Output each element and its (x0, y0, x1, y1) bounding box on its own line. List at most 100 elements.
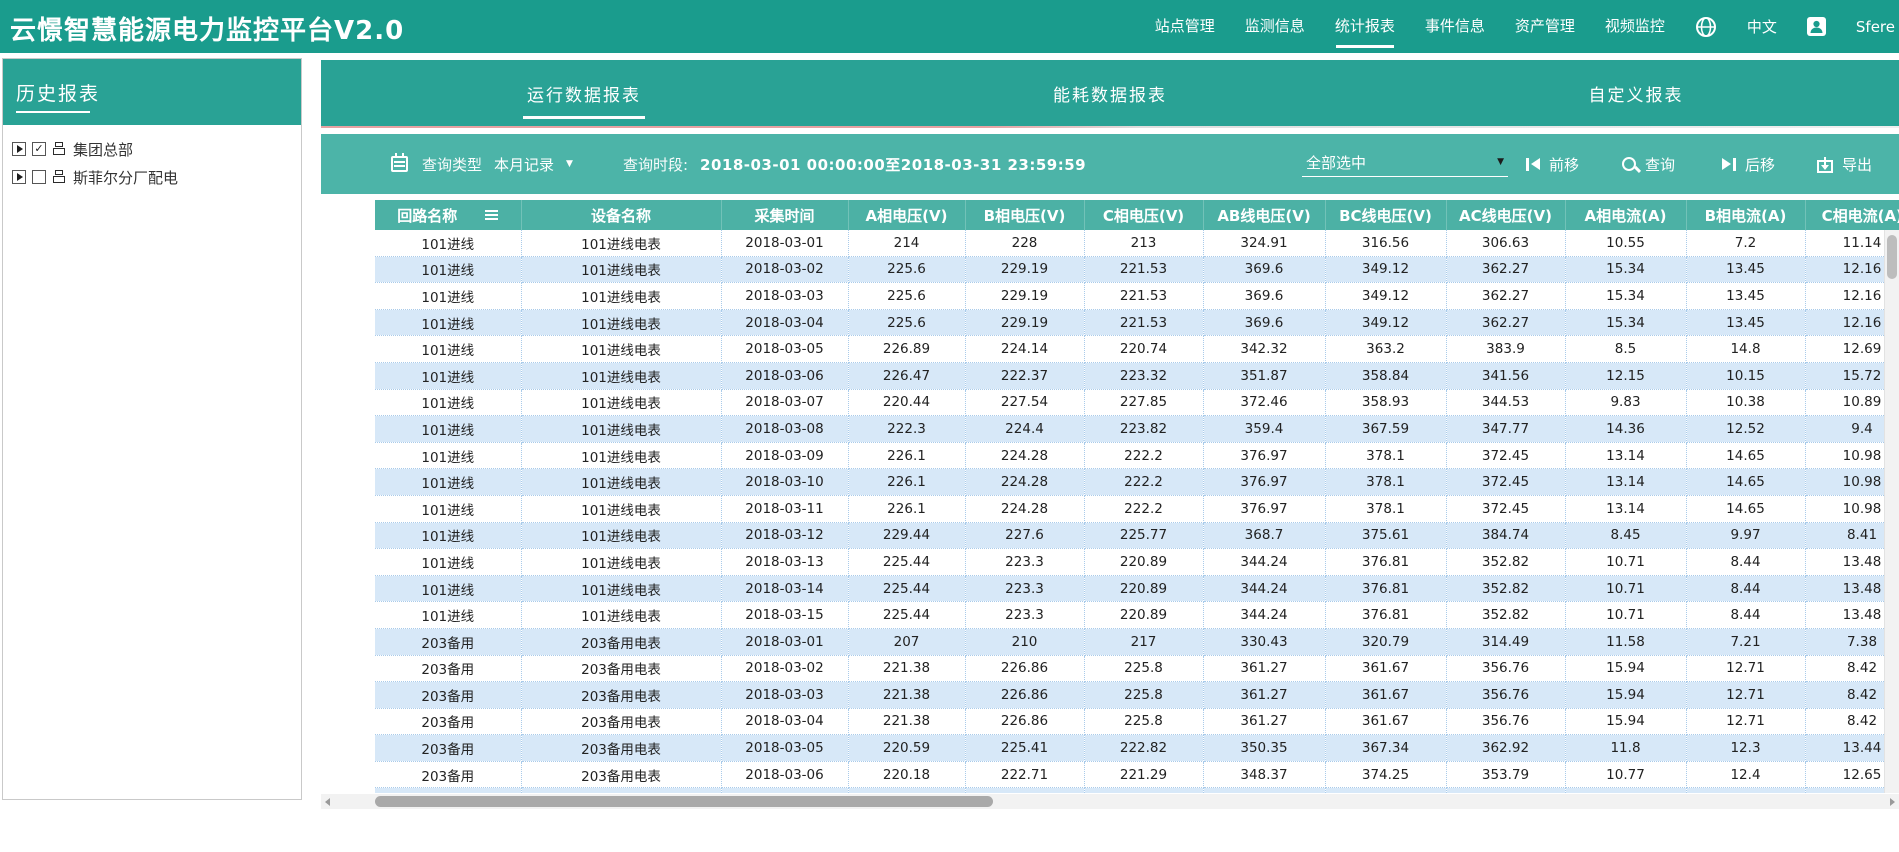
horizontal-scrollbar[interactable] (321, 794, 1899, 809)
scroll-left-icon[interactable] (325, 798, 330, 806)
table-cell: 306.63 (1446, 230, 1565, 256)
column-header[interactable]: C相电压(V) (1084, 200, 1203, 230)
expand-icon[interactable] (12, 142, 26, 156)
tree-item-label[interactable]: 集团总部 (73, 139, 133, 160)
table-row[interactable]: 101进线101进线电表2018-03-06226.47222.37223.32… (375, 362, 1899, 389)
table-cell: 221.53 (1084, 309, 1203, 336)
table-row[interactable]: 101进线101进线电表2018-03-09226.1224.28222.237… (375, 442, 1899, 469)
table-cell: 358.93 (1325, 389, 1446, 416)
vertical-scrollbar-thumb[interactable] (1887, 235, 1897, 279)
table-cell: 15.94 (1565, 655, 1686, 682)
menu-icon[interactable] (485, 210, 498, 220)
table-cell: 349.12 (1325, 283, 1446, 310)
table-row[interactable]: 203备用203备用电表2018-03-02221.38226.86225.83… (375, 655, 1899, 682)
table-row[interactable]: 101进线101进线电表2018-03-12229.44227.6225.773… (375, 522, 1899, 549)
table-row[interactable]: 101进线101进线电表2018-03-10226.1224.28222.237… (375, 469, 1899, 496)
vertical-scrollbar[interactable] (1884, 230, 1899, 793)
tree-item-group-hq[interactable]: ✓ 集团总部 (12, 135, 292, 163)
table-cell: 101进线电表 (521, 442, 721, 469)
query-button[interactable]: 查询 (1622, 134, 1675, 194)
table-cell: 220.89 (1084, 602, 1203, 629)
table-cell: 226.1 (848, 469, 965, 496)
expand-icon[interactable] (12, 170, 26, 184)
table-row[interactable]: 101进线101进线电表2018-03-01214228213324.91316… (375, 230, 1899, 256)
query-settings: 查询类型 本月记录 ▼ 查询时段: 2018-03-01 00:00:00至20… (391, 134, 1086, 194)
table-row[interactable]: 101进线101进线电表2018-03-14225.44223.3220.893… (375, 575, 1899, 602)
nav-item-video-surveillance[interactable]: 视频监控 (1605, 0, 1665, 53)
table-cell: 203备用电表 (521, 682, 721, 709)
table-row[interactable]: 203备用203备用电表2018-03-07229.36229.62226.36… (375, 788, 1899, 793)
tab-energy-data-report[interactable]: 能耗数据报表 (847, 60, 1373, 126)
period-value: 2018-03-01 00:00:00至2018-03-31 23:59:59 (700, 154, 1086, 175)
globe-icon[interactable] (1695, 16, 1717, 38)
column-header[interactable]: 采集时间 (721, 200, 848, 230)
table-row[interactable]: 101进线101进线电表2018-03-11226.1224.28222.237… (375, 495, 1899, 522)
export-label: 导出 (1842, 154, 1872, 175)
table-row[interactable]: 101进线101进线电表2018-03-05226.89224.14220.74… (375, 336, 1899, 363)
column-header[interactable]: C相电流(A) (1805, 200, 1899, 230)
move-next-label: 后移 (1745, 154, 1775, 175)
query-type-select[interactable]: 本月记录 (494, 154, 554, 175)
user-icon[interactable] (1807, 17, 1826, 36)
table-cell: 210 (965, 628, 1084, 655)
table-cell: 378.1 (1325, 442, 1446, 469)
chevron-down-icon[interactable]: ▼ (566, 160, 573, 169)
scroll-right-icon[interactable] (1890, 798, 1895, 806)
table-row[interactable]: 203备用203备用电表2018-03-06220.18222.71221.29… (375, 761, 1899, 788)
table-cell: 8.44 (1686, 602, 1805, 629)
table-row[interactable]: 101进线101进线电表2018-03-03225.6229.19221.533… (375, 283, 1899, 310)
table-cell: 13.14 (1565, 469, 1686, 496)
tree-item-label[interactable]: 斯菲尔分厂配电 (73, 167, 178, 188)
column-header[interactable]: 设备名称 (521, 200, 721, 230)
column-header[interactable]: 回路名称 (375, 200, 521, 230)
export-button[interactable]: 导出 (1817, 134, 1872, 194)
table-row[interactable]: 101进线101进线电表2018-03-07220.44227.54227.85… (375, 389, 1899, 416)
column-header[interactable]: A相电流(A) (1565, 200, 1686, 230)
nav-item-event-info[interactable]: 事件信息 (1425, 0, 1485, 53)
column-header[interactable]: BC线电压(V) (1325, 200, 1446, 230)
nav-item-monitoring-info[interactable]: 监测信息 (1245, 0, 1305, 53)
checkbox[interactable] (32, 170, 46, 184)
table-row[interactable]: 203备用203备用电表2018-03-03221.38226.86225.83… (375, 682, 1899, 709)
table-cell: 203备用 (375, 788, 521, 793)
table-cell: 225.6 (848, 256, 965, 283)
column-header[interactable]: B相电压(V) (965, 200, 1084, 230)
table-row[interactable]: 101进线101进线电表2018-03-02225.6229.19221.533… (375, 256, 1899, 283)
tab-operation-data-report[interactable]: 运行数据报表 (321, 60, 847, 126)
checkbox[interactable]: ✓ (32, 142, 46, 156)
table-cell: 101进线 (375, 230, 521, 256)
nav-item-statistics-report[interactable]: 统计报表 (1335, 0, 1395, 53)
nav-item-site-management[interactable]: 站点管理 (1155, 0, 1215, 53)
table-row[interactable]: 203备用203备用电表2018-03-01207210217330.43320… (375, 628, 1899, 655)
select-all-dropdown[interactable]: 全部选中 ▼ (1302, 149, 1508, 177)
column-header[interactable]: AB线电压(V) (1203, 200, 1325, 230)
table-cell: 203备用 (375, 708, 521, 735)
move-prev-button[interactable]: 前移 (1526, 134, 1579, 194)
table-cell: 222.2 (1084, 469, 1203, 496)
table-cell: 316.56 (1325, 230, 1446, 256)
table-row[interactable]: 203备用203备用电表2018-03-05220.59225.41222.82… (375, 735, 1899, 762)
table-cell: 227.6 (965, 522, 1084, 549)
calendar-icon[interactable] (391, 156, 408, 172)
move-next-button[interactable]: 后移 (1722, 134, 1775, 194)
table-cell: 224.28 (965, 495, 1084, 522)
table-row[interactable]: 101进线101进线电表2018-03-08222.3224.4223.8235… (375, 416, 1899, 443)
table-cell: 203备用电表 (521, 735, 721, 762)
username[interactable]: Sfere (1856, 18, 1895, 36)
language-selector[interactable]: 中文 (1747, 16, 1777, 37)
table-row[interactable]: 101进线101进线电表2018-03-04225.6229.19221.533… (375, 309, 1899, 336)
column-header[interactable]: A相电压(V) (848, 200, 965, 230)
table-row[interactable]: 101进线101进线电表2018-03-13225.44223.3220.893… (375, 549, 1899, 576)
table-row[interactable]: 203备用203备用电表2018-03-04221.38226.86225.83… (375, 708, 1899, 735)
tab-custom-report[interactable]: 自定义报表 (1373, 60, 1899, 126)
table-cell: 349.12 (1325, 256, 1446, 283)
table-cell: 372.45 (1446, 495, 1565, 522)
horizontal-scrollbar-thumb[interactable] (375, 796, 993, 807)
tree-item-sfere-plant[interactable]: 斯菲尔分厂配电 (12, 163, 292, 191)
table-cell: 15.34 (1565, 283, 1686, 310)
column-header[interactable]: AC线电压(V) (1446, 200, 1565, 230)
nav-item-asset-management[interactable]: 资产管理 (1515, 0, 1575, 53)
table-cell: 372.45 (1446, 469, 1565, 496)
table-row[interactable]: 101进线101进线电表2018-03-15225.44223.3220.893… (375, 602, 1899, 629)
column-header[interactable]: B相电流(A) (1686, 200, 1805, 230)
